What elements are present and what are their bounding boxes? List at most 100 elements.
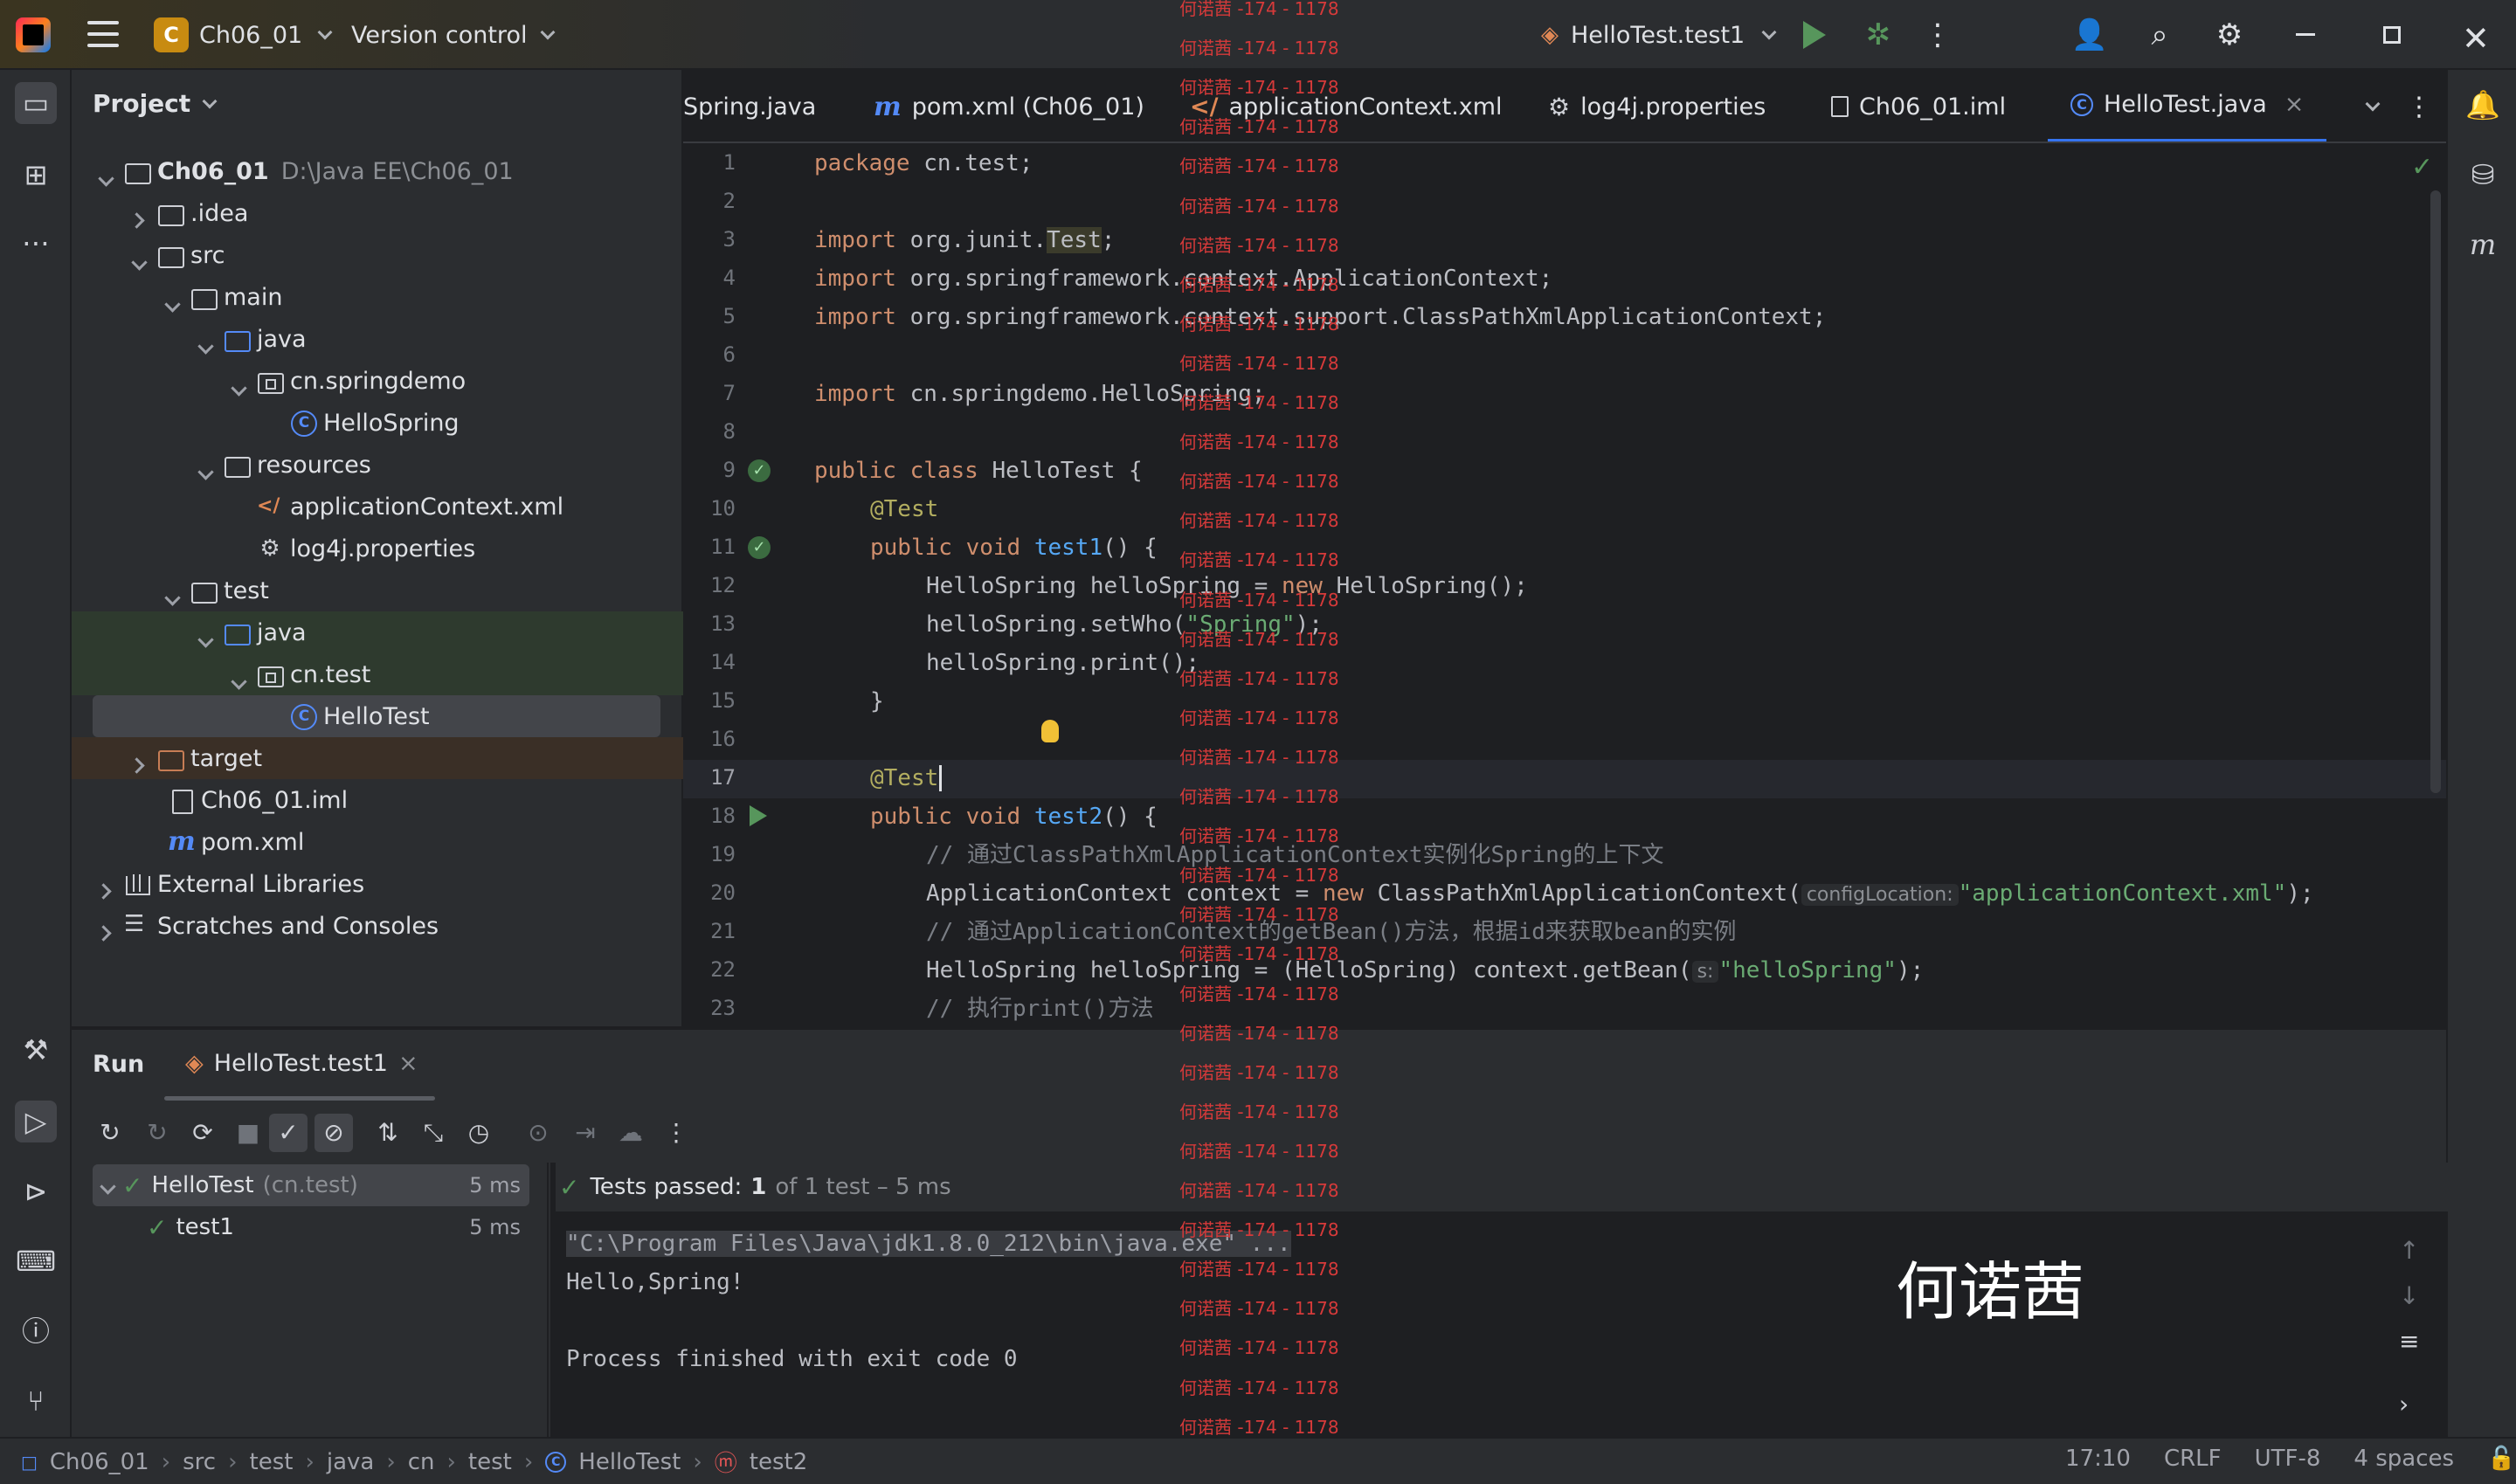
chevron-right-icon[interactable]: › [2399,1390,2409,1418]
chevron-down-icon[interactable] [98,163,114,179]
project-folder-icon[interactable]: ▭ [15,82,57,124]
chevron-down-icon[interactable] [100,1172,114,1198]
toggle-auto-test-icon[interactable]: ⟳ [183,1114,222,1152]
tree-item-pom-xml[interactable]: m pom.xml [72,821,683,863]
version-control-menu[interactable]: Version control [351,17,556,52]
git-branch-icon[interactable]: ⑂ [15,1380,57,1422]
tab-ch06-iml[interactable]: Ch06_01.iml [1831,70,2006,141]
tab-more-icon[interactable]: ⋮ [2406,70,2432,141]
chevron-right-icon[interactable] [98,918,114,934]
window-close-button[interactable]: ✕ [2462,19,2490,58]
editor-scrollbar[interactable] [2430,190,2441,793]
tree-item-external-libraries[interactable]: External Libraries [72,863,683,905]
window-restore-button[interactable] [2383,26,2401,44]
test-case-row[interactable]: ✓ test1 5 ms [93,1206,529,1248]
tree-item-target[interactable]: target [72,737,683,779]
breadcrumb-item[interactable]: Ch06_01 [50,1449,149,1475]
breadcrumb-item[interactable]: HelloTest [578,1449,681,1475]
intention-bulb-icon[interactable] [1041,720,1059,742]
breadcrumb-item[interactable]: test [468,1449,512,1475]
sort-icon[interactable]: ⇅ [369,1114,407,1152]
chevron-down-icon[interactable] [197,625,213,640]
notifications-bell-icon[interactable]: 🔔 [2462,84,2504,126]
screenshot-icon[interactable]: ⊙ [519,1114,557,1152]
maven-icon[interactable]: m [2462,224,2504,266]
run-console[interactable]: ✓ Tests passed: 1 of 1 test – 5 ms "C:\P… [550,1163,2451,1439]
test-suite-row[interactable]: ✓ HelloTest (cn.test) 5 ms [93,1164,529,1206]
code-editor[interactable]: 1 2 3 4 5 6 7 8 9 10 11 12 13 14 15 16 17 18 19 20 21 22 23 pa… [683,143,2446,1026]
show-passed-icon[interactable]: ✓ [269,1114,308,1152]
tree-item-test[interactable]: test [72,569,683,611]
tree-item-cn-test[interactable]: cn.test [72,653,683,695]
tree-item-main-java[interactable]: java [72,318,683,360]
tree-item-log4j-properties[interactable]: ⚙ log4j.properties [72,528,683,569]
chevron-right-icon[interactable] [131,205,147,221]
chevron-down-icon[interactable] [197,331,213,347]
tab-hellospring-java[interactable]: Spring.java [683,70,816,141]
tree-item-hellospring[interactable]: HelloSpring [72,402,683,444]
chevron-down-icon[interactable] [197,457,213,473]
rerun-icon[interactable]: ↻ [91,1114,129,1152]
tree-item-hellotest[interactable]: HelloTest [93,695,660,737]
chevron-down-icon[interactable] [131,247,147,263]
window-minimize-button[interactable] [2296,33,2315,36]
scroll-down-icon[interactable]: ↓ [2399,1281,2419,1310]
more-options-icon[interactable]: ⋮ [657,1114,695,1152]
chevron-down-icon[interactable] [164,583,180,598]
project-switcher[interactable]: C Ch06_01 [154,17,333,52]
structure-icon[interactable]: ⊞ [15,154,57,196]
breadcrumb-item[interactable]: cn [408,1449,435,1475]
line-separator[interactable]: CRLF [2164,1446,2222,1472]
breadcrumb-item[interactable]: test2 [750,1449,807,1475]
tree-item-src[interactable]: src [72,234,683,276]
run-configuration-selector[interactable]: ◈ HelloTest.test1 [1541,17,1777,52]
tab-pom-xml[interactable]: m pom.xml (Ch06_01) [874,70,1144,141]
breadcrumb-item[interactable]: test [250,1449,294,1475]
chevron-down-icon[interactable] [231,373,246,389]
tree-item-resources[interactable]: resources [72,444,683,486]
project-view-selector[interactable]: Project [93,89,218,118]
run-tool-icon[interactable]: ▷ [15,1101,57,1142]
file-encoding[interactable]: UTF-8 [2255,1446,2321,1472]
export-icon[interactable]: ⇥ [566,1114,605,1152]
collapse-all-icon[interactable]: ⤡ [414,1114,453,1152]
run-test-passed-icon[interactable]: ✓ [748,536,771,559]
tab-list-chevron-icon[interactable] [2360,70,2381,141]
chevron-right-icon[interactable] [131,750,147,766]
settings-gear-icon[interactable]: ⚙ [2210,16,2249,54]
chevron-down-icon[interactable] [164,289,180,305]
tree-item-idea[interactable]: .idea [72,192,683,234]
scroll-up-icon[interactable]: ↑ [2399,1236,2419,1265]
debug-bug-icon[interactable]: ✲ [1861,17,1896,52]
problems-icon[interactable]: ⓘ [15,1310,57,1352]
rerun-failed-icon[interactable]: ↻ [138,1114,176,1152]
tab-close-icon[interactable]: × [2284,91,2305,118]
run-tab-hellotest-test1[interactable]: ◈ HelloTest.test1 × [185,1044,418,1082]
chevron-right-icon[interactable] [98,876,114,892]
tree-item-main[interactable]: main [72,276,683,318]
tree-item-test-java[interactable]: java [72,611,683,653]
run-icon[interactable] [1803,21,1826,49]
more-actions-icon[interactable]: ⋮ [1918,16,1957,54]
test-history-icon[interactable]: ◷ [460,1114,498,1152]
indent-setting[interactable]: 4 spaces [2354,1446,2454,1472]
show-ignored-icon[interactable]: ⊘ [314,1114,353,1152]
breadcrumb-item[interactable]: java [327,1449,374,1475]
more-tools-icon[interactable]: ⋯ [15,222,57,264]
services-icon[interactable]: ⊳ [15,1170,57,1212]
tree-item-project-root[interactable]: Ch06_01 D:\Java EE\Ch06_01 [72,150,683,192]
tab-log4j-properties[interactable]: ⚙ log4j.properties [1548,70,1766,141]
build-hammer-icon[interactable]: ⚒ [15,1029,57,1071]
tree-item-scratches[interactable]: Scratches and Consoles [72,905,683,947]
run-test-icon[interactable] [750,805,767,826]
tab-hellotest-java[interactable]: C HelloTest.java × [2048,70,2327,141]
breadcrumb-item[interactable]: src [183,1449,216,1475]
run-test-passed-icon[interactable]: ✓ [748,459,771,482]
main-menu-icon[interactable] [87,21,119,47]
chevron-down-icon[interactable] [231,666,246,682]
tab-close-icon[interactable]: × [398,1050,418,1077]
add-user-icon[interactable]: 👤 [2070,16,2109,54]
tree-item-cn-springdemo[interactable]: cn.springdemo [72,360,683,402]
search-icon[interactable]: ⌕ [2140,16,2179,54]
database-icon[interactable]: ⛁ [2462,154,2504,196]
